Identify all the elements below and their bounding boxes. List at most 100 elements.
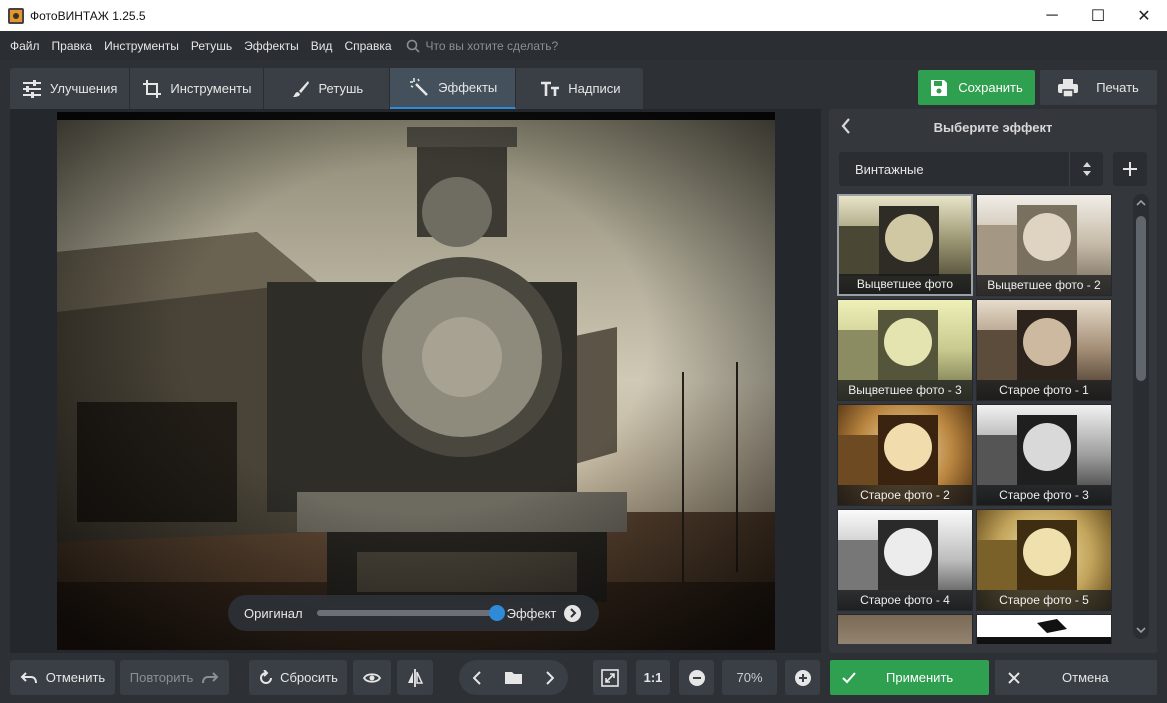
bottom-toolbar: Отменить Повторить Сбросить 1:1 70%	[0, 653, 1167, 703]
fit-screen-icon	[601, 668, 619, 687]
chevron-right-icon[interactable]	[564, 604, 582, 622]
effect-tile[interactable]: Старое фото - 2	[837, 404, 973, 506]
compare-view-button[interactable]	[397, 660, 433, 695]
effects-grid: Выцветшее фото Выцветшее фото - 2 Выцвет…	[837, 194, 1113, 644]
actual-size-label: 1:1	[643, 670, 663, 685]
menu-tools[interactable]: Инструменты	[98, 39, 185, 53]
plus-circle-icon	[794, 669, 811, 686]
print-button[interactable]: Печать	[1040, 70, 1157, 105]
redo-arrow-icon	[202, 671, 219, 683]
effect-tile[interactable]: Старое фото - 3	[976, 404, 1112, 506]
tab-tools[interactable]: Инструменты	[130, 68, 265, 109]
folder-icon	[504, 671, 522, 684]
effects-scrollbar[interactable]	[1133, 194, 1149, 639]
reset-label: Сбросить	[280, 670, 338, 685]
chevron-left-icon	[473, 670, 481, 685]
photo-canvas[interactable]	[10, 109, 821, 653]
window-controls: ─ ☐ ✕	[1029, 0, 1167, 31]
close-icon	[1008, 671, 1020, 684]
effects-panel: Выберите эффект Винтажные Выцветшее фото…	[829, 109, 1157, 653]
eye-icon	[363, 672, 381, 683]
minimize-button[interactable]: ─	[1029, 0, 1075, 31]
open-folder-button[interactable]	[495, 671, 532, 685]
scroll-down-arrow-icon[interactable]	[1136, 625, 1146, 635]
command-search[interactable]: Что вы хотите сделать?	[406, 38, 559, 53]
cancel-button[interactable]: Отмена	[995, 660, 1157, 695]
text-icon	[541, 81, 560, 96]
effect-tile[interactable]: Выцветшее фото - 3	[837, 299, 973, 401]
brush-icon	[293, 80, 310, 97]
menu-file[interactable]: Файл	[4, 39, 46, 53]
effect-tile[interactable]: Старое фото - 1	[976, 299, 1112, 401]
cancel-label: Отмена	[1062, 670, 1109, 685]
effect-tile[interactable]: Старое фото - 4	[837, 509, 973, 611]
effect-label: Старое фото - 5	[977, 590, 1111, 610]
zoom-level: 70%	[722, 660, 777, 695]
updown-arrows-icon	[1069, 152, 1103, 186]
compare-slider-fill	[316, 610, 497, 616]
apply-label: Применить	[886, 670, 954, 685]
scroll-up-arrow-icon[interactable]	[1136, 198, 1146, 208]
apply-button[interactable]: Применить	[830, 660, 989, 695]
zoom-out-button[interactable]	[679, 660, 714, 695]
tab-label: Инструменты	[170, 81, 252, 96]
effect-tile[interactable]	[976, 614, 1112, 644]
redo-button[interactable]: Повторить	[120, 660, 229, 695]
save-label: Сохранить	[958, 80, 1023, 95]
tab-label: Надписи	[568, 81, 621, 96]
print-label: Печать	[1096, 80, 1139, 95]
effect-category-select[interactable]: Винтажные	[839, 152, 1103, 186]
undo-label: Отменить	[45, 670, 106, 685]
before-after-slider: Оригинал Эффект	[228, 595, 599, 631]
split-view-icon	[408, 668, 423, 687]
compare-slider-handle[interactable]	[488, 605, 505, 621]
menu-retouch[interactable]: Ретушь	[185, 39, 238, 53]
prev-image-button[interactable]	[459, 670, 495, 685]
effect-label: Старое фото - 3	[977, 485, 1111, 505]
effect-tile[interactable]: Выцветшее фото	[837, 194, 973, 296]
tab-label: Ретушь	[318, 81, 364, 96]
reset-button[interactable]: Сбросить	[249, 660, 347, 695]
check-icon	[842, 671, 856, 683]
tab-retouch[interactable]: Ретушь	[264, 68, 391, 109]
menu-effects[interactable]: Эффекты	[238, 39, 305, 53]
effect-tile[interactable]	[837, 614, 973, 644]
undo-button[interactable]: Отменить	[10, 660, 115, 695]
photo-preview	[57, 112, 775, 650]
crop-icon	[143, 79, 162, 98]
menu-edit[interactable]: Правка	[46, 39, 99, 53]
menu-view[interactable]: Вид	[305, 39, 339, 53]
search-icon	[406, 39, 420, 53]
maximize-button[interactable]: ☐	[1075, 0, 1121, 31]
reset-icon	[260, 669, 273, 684]
minus-circle-icon	[688, 669, 705, 686]
menu-bar: Файл Правка Инструменты Ретушь Эффекты В…	[0, 31, 1167, 60]
next-image-button[interactable]	[532, 670, 568, 685]
compare-slider-track[interactable]	[316, 605, 505, 621]
redo-label: Повторить	[129, 670, 194, 685]
undo-arrow-icon	[20, 671, 37, 683]
preview-eye-button[interactable]	[353, 660, 391, 695]
scroll-thumb[interactable]	[1136, 216, 1146, 381]
effect-tile[interactable]: Выцветшее фото - 2	[976, 194, 1112, 296]
search-placeholder: Что вы хотите сделать?	[425, 38, 559, 53]
tab-effects[interactable]: Эффекты	[390, 68, 517, 109]
chevron-right-icon	[546, 670, 554, 685]
actual-size-button[interactable]: 1:1	[636, 660, 670, 695]
menu-help[interactable]: Справка	[338, 39, 397, 53]
tab-enhancements[interactable]: Улучшения	[10, 68, 131, 109]
fit-to-screen-button[interactable]	[593, 660, 627, 695]
tab-captions[interactable]: Надписи	[516, 68, 642, 109]
window-title: ФотоВИНТАЖ 1.25.5	[30, 8, 146, 23]
save-button[interactable]: Сохранить	[918, 70, 1035, 105]
effect-tile[interactable]: Старое фото - 5	[976, 509, 1112, 611]
effect-label: Выцветшее фото	[839, 274, 971, 294]
effect-label: Выцветшее фото - 3	[838, 380, 972, 400]
zoom-in-button[interactable]	[785, 660, 820, 695]
save-icon	[931, 79, 948, 96]
effect-label: Старое фото - 1	[977, 380, 1111, 400]
add-effect-button[interactable]	[1113, 152, 1147, 186]
back-arrow-icon[interactable]	[841, 118, 851, 137]
close-button[interactable]: ✕	[1121, 0, 1167, 31]
effect-label: Выцветшее фото - 2	[977, 275, 1111, 295]
